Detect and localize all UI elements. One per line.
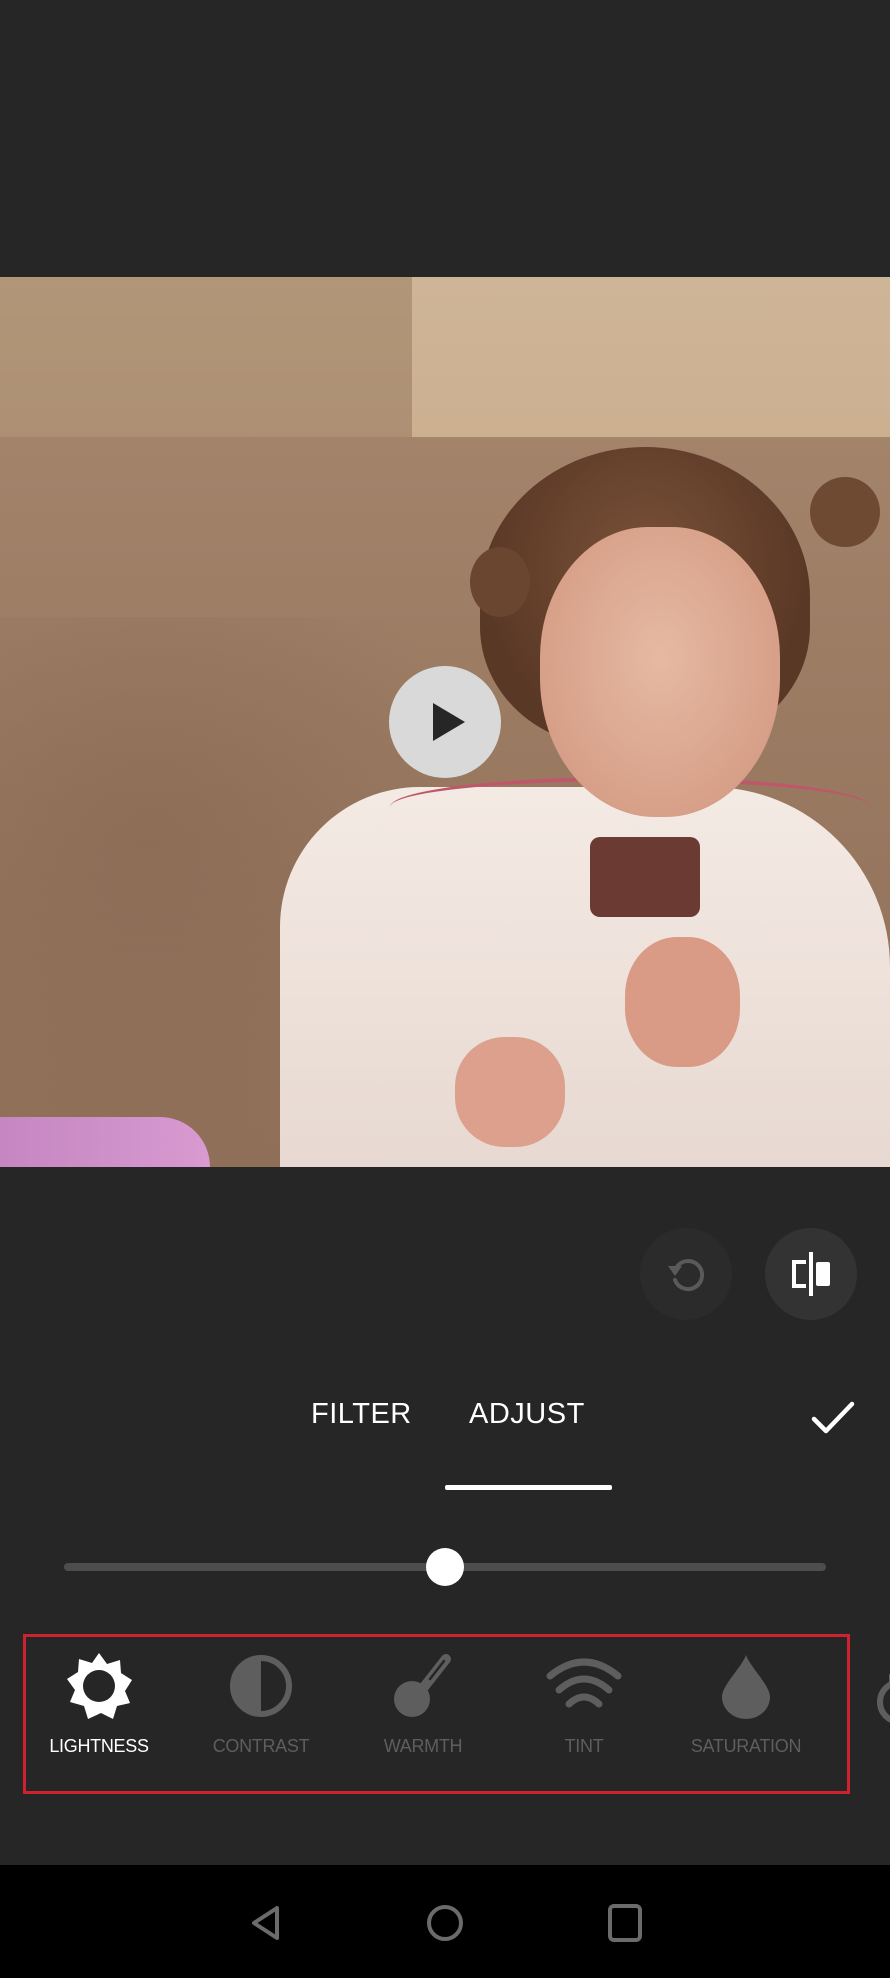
- checkmark-icon: [811, 1401, 855, 1434]
- video-frame-hand: [455, 1037, 565, 1147]
- tool-label: SATURATION: [690, 1736, 802, 1756]
- video-frame-blanket: [0, 1117, 210, 1167]
- tool-lightness[interactable]: LIGHTNESS: [24, 1650, 174, 1780]
- tool-label: TINT: [564, 1736, 604, 1756]
- top-bar-area: [0, 0, 890, 277]
- tab-adjust[interactable]: ADJUST: [469, 1398, 585, 1431]
- tool-warmth[interactable]: WARMTH: [348, 1650, 498, 1780]
- controls-area: [0, 1167, 890, 1347]
- back-button[interactable]: [236, 1898, 296, 1948]
- tool-label: LIGHTNESS: [49, 1736, 149, 1756]
- back-triangle-icon: [252, 1906, 279, 1940]
- recents-button[interactable]: [595, 1898, 655, 1948]
- tool-label: WARMTH: [383, 1736, 463, 1756]
- tool-contrast[interactable]: CONTRAST: [186, 1650, 336, 1780]
- tool-label: CONTRAST: [212, 1736, 310, 1756]
- reset-button[interactable]: [640, 1228, 732, 1320]
- video-frame-wall: [0, 277, 412, 447]
- home-button[interactable]: [415, 1898, 475, 1948]
- wifi-waves-icon: [546, 1658, 622, 1708]
- active-tab-indicator: [445, 1485, 612, 1490]
- droplet-icon: [722, 1655, 770, 1719]
- video-frame-bun: [810, 477, 880, 547]
- video-frame-shirt: [590, 837, 700, 917]
- tool-saturation[interactable]: SATURATION: [671, 1650, 821, 1780]
- play-icon: [433, 703, 465, 741]
- confirm-button[interactable]: [808, 1396, 858, 1440]
- recents-square-icon: [608, 1904, 642, 1942]
- play-button[interactable]: [389, 666, 501, 778]
- partial-tool-icon: [877, 1674, 890, 1723]
- tool-partial-next[interactable]: [870, 1668, 890, 1728]
- sun-icon: [67, 1653, 132, 1719]
- adjustment-slider[interactable]: [64, 1548, 826, 1586]
- thermometer-icon: [394, 1654, 451, 1717]
- home-circle-icon: [427, 1905, 463, 1941]
- video-frame-wall-light: [412, 277, 890, 447]
- slider-thumb[interactable]: [426, 1548, 464, 1586]
- tool-tint[interactable]: TINT: [509, 1650, 659, 1780]
- video-frame-face: [540, 527, 780, 817]
- video-frame-coat: [280, 787, 890, 1167]
- compare-button[interactable]: [765, 1228, 857, 1320]
- compare-icon: [792, 1252, 830, 1296]
- tab-filter[interactable]: FILTER: [311, 1398, 412, 1431]
- contrast-icon: [230, 1655, 292, 1717]
- video-frame-bun: [470, 547, 530, 617]
- reset-icon: [668, 1259, 705, 1291]
- video-frame-hand: [625, 937, 740, 1067]
